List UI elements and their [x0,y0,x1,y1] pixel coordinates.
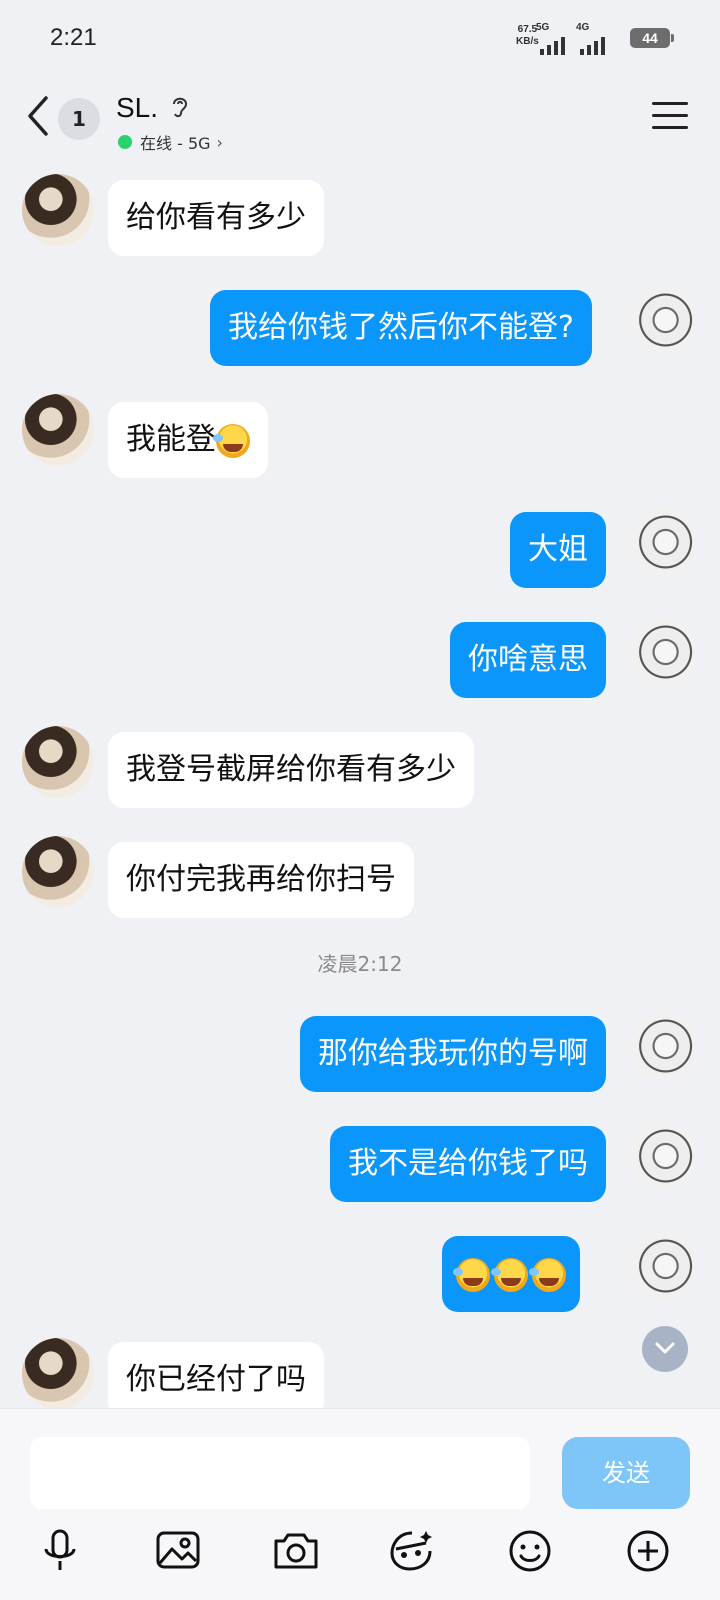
back-icon[interactable] [24,94,54,138]
message-input[interactable] [30,1437,530,1509]
crying-face-emoji-icon [529,1257,566,1292]
laughing-tears-emoji-icon [213,423,250,458]
composer-bar: 发送 [0,1408,720,1600]
received-message[interactable]: 我登号截屏给你看有多少 [108,732,474,808]
sent-message[interactable]: 你啥意思 [450,622,606,698]
contact-avatar[interactable] [22,836,94,908]
status-time: 2:21 [50,24,97,51]
contact-avatar[interactable] [22,174,94,246]
battery-icon: 44 [630,28,674,48]
crying-face-emoji-icon [491,1257,528,1292]
chat-header: 1 SL. 在线 - 5G › [0,80,720,160]
crying-face-emoji-icon [453,1257,490,1292]
my-avatar[interactable] [626,616,698,688]
scroll-to-bottom-button[interactable] [642,1326,688,1372]
unread-count-badge[interactable]: 1 [58,98,100,140]
my-avatar[interactable] [626,1010,698,1082]
received-message[interactable]: 你付完我再给你扫号 [108,842,414,918]
presence-status[interactable]: 在线 - 5G › [118,130,223,154]
received-message[interactable]: 给你看有多少 [108,180,324,256]
sent-message[interactable]: 那你给我玩你的号啊 [300,1016,606,1092]
contact-name[interactable]: SL. [116,92,158,124]
send-button[interactable]: 发送 [562,1437,690,1509]
my-avatar[interactable] [626,1120,698,1192]
ear-icon [170,94,190,124]
my-avatar[interactable] [626,506,698,578]
image-icon[interactable] [152,1525,204,1577]
menu-icon[interactable] [652,102,688,130]
contact-avatar[interactable] [22,394,94,466]
received-message[interactable]: 我能登 [108,402,268,478]
chevron-right-icon: › [216,132,223,152]
online-dot-icon [118,135,132,149]
sent-emoji-message[interactable] [442,1236,580,1312]
contact-avatar[interactable] [22,1338,94,1410]
camera-icon[interactable] [270,1525,322,1577]
received-message[interactable]: 你已经付了吗 [108,1342,324,1418]
plus-icon[interactable] [622,1525,674,1577]
signal-5g-icon: 5G [536,22,572,61]
signal-4g-icon: 4G [576,22,612,61]
composer-toolbar [0,1525,720,1585]
emoji-icon[interactable] [504,1525,556,1577]
my-avatar[interactable] [626,1230,698,1302]
my-avatar[interactable] [626,284,698,356]
sent-message[interactable]: 大姐 [510,512,606,588]
sticker-icon[interactable] [386,1525,438,1577]
contact-avatar[interactable] [22,726,94,798]
sent-message[interactable]: 我不是给你钱了吗 [330,1126,606,1202]
message-timestamp: 凌晨2:12 [317,952,403,976]
sent-message[interactable]: 我给你钱了然后你不能登? [210,290,592,366]
status-bar: 2:21 67.5 KB/s 5G 4G 44 [0,0,720,80]
chevron-down-icon [655,1342,675,1354]
microphone-icon[interactable] [34,1525,86,1577]
